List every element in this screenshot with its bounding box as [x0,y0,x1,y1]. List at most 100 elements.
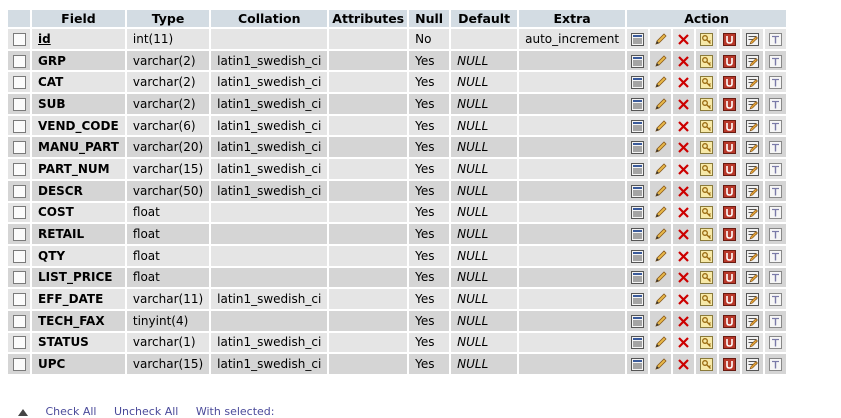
browse-distinct-icon[interactable] [631,97,645,111]
row-checkbox[interactable] [12,76,26,90]
browse-distinct-icon[interactable] [631,54,645,68]
index-icon[interactable] [746,141,760,155]
index-icon[interactable] [746,358,760,372]
check-all-link[interactable]: Check All [46,405,97,418]
browse-distinct-icon[interactable] [631,184,645,198]
browse-distinct-icon[interactable] [631,228,645,242]
edit-icon[interactable] [654,76,667,89]
drop-icon[interactable] [677,76,690,89]
row-checkbox[interactable] [12,314,26,328]
fulltext-icon[interactable] [769,271,783,285]
unique-icon[interactable] [723,249,737,263]
drop-icon[interactable] [677,293,690,306]
index-icon[interactable] [746,271,760,285]
unique-icon[interactable] [723,314,737,328]
index-icon[interactable] [746,206,760,220]
browse-distinct-icon[interactable] [631,206,645,220]
fulltext-icon[interactable] [769,141,783,155]
primary-key-icon[interactable] [700,184,714,198]
fulltext-icon[interactable] [769,76,783,90]
fulltext-icon[interactable] [769,314,783,328]
index-icon[interactable] [746,293,760,307]
index-icon[interactable] [746,336,760,350]
fulltext-icon[interactable] [769,249,783,263]
row-checkbox[interactable] [12,249,26,263]
drop-icon[interactable] [677,250,690,263]
primary-key-icon[interactable] [700,97,714,111]
edit-icon[interactable] [654,250,667,263]
drop-icon[interactable] [677,206,690,219]
drop-icon[interactable] [677,55,690,68]
primary-key-icon[interactable] [700,76,714,90]
unique-icon[interactable] [723,76,737,90]
index-icon[interactable] [746,184,760,198]
primary-key-icon[interactable] [700,249,714,263]
index-icon[interactable] [746,314,760,328]
edit-icon[interactable] [654,293,667,306]
index-icon[interactable] [746,162,760,176]
browse-distinct-icon[interactable] [631,314,645,328]
fulltext-icon[interactable] [769,54,783,68]
unique-icon[interactable] [723,293,737,307]
index-icon[interactable] [746,76,760,90]
browse-distinct-icon[interactable] [631,32,645,46]
edit-icon[interactable] [654,358,667,371]
edit-icon[interactable] [654,120,667,133]
primary-key-icon[interactable] [700,228,714,242]
row-checkbox[interactable] [12,119,26,133]
edit-icon[interactable] [654,185,667,198]
unique-icon[interactable] [723,358,737,372]
primary-key-icon[interactable] [700,206,714,220]
edit-icon[interactable] [654,206,667,219]
edit-icon[interactable] [654,98,667,111]
row-checkbox[interactable] [12,54,26,68]
drop-icon[interactable] [677,185,690,198]
index-icon[interactable] [746,32,760,46]
row-checkbox[interactable] [12,228,26,242]
drop-icon[interactable] [677,33,690,46]
browse-distinct-icon[interactable] [631,119,645,133]
unique-icon[interactable] [723,271,737,285]
drop-icon[interactable] [677,228,690,241]
row-checkbox[interactable] [12,184,26,198]
unique-icon[interactable] [723,228,737,242]
edit-icon[interactable] [654,336,667,349]
row-checkbox[interactable] [12,293,26,307]
uncheck-all-link[interactable]: Uncheck All [114,405,178,418]
primary-key-icon[interactable] [700,54,714,68]
primary-key-icon[interactable] [700,119,714,133]
drop-icon[interactable] [677,271,690,284]
drop-icon[interactable] [677,358,690,371]
unique-icon[interactable] [723,206,737,220]
drop-icon[interactable] [677,315,690,328]
drop-icon[interactable] [677,336,690,349]
unique-icon[interactable] [723,336,737,350]
index-icon[interactable] [746,249,760,263]
index-icon[interactable] [746,54,760,68]
fulltext-icon[interactable] [769,119,783,133]
browse-distinct-icon[interactable] [631,271,645,285]
drop-icon[interactable] [677,98,690,111]
browse-distinct-icon[interactable] [631,76,645,90]
edit-icon[interactable] [654,141,667,154]
browse-distinct-icon[interactable] [631,162,645,176]
edit-icon[interactable] [654,228,667,241]
fulltext-icon[interactable] [769,206,783,220]
browse-distinct-icon[interactable] [631,358,645,372]
row-checkbox[interactable] [12,32,26,46]
row-checkbox[interactable] [12,97,26,111]
edit-icon[interactable] [654,54,667,68]
primary-key-icon[interactable] [700,141,714,155]
unique-icon[interactable] [723,54,737,68]
fulltext-icon[interactable] [769,32,783,46]
primary-key-icon[interactable] [700,271,714,285]
browse-distinct-icon[interactable] [631,293,645,307]
unique-icon[interactable] [723,184,737,198]
primary-key-icon[interactable] [700,32,714,46]
row-checkbox[interactable] [12,206,26,220]
fulltext-icon[interactable] [769,97,783,111]
primary-key-icon[interactable] [700,358,714,372]
unique-icon[interactable] [723,119,737,133]
edit-icon[interactable] [654,315,667,328]
fulltext-icon[interactable] [769,184,783,198]
